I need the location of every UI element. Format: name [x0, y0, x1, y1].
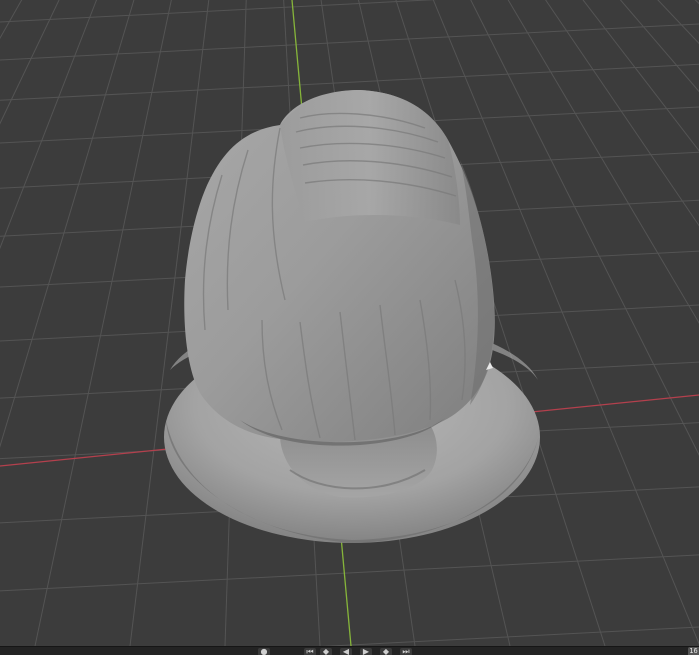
- current-frame-field[interactable]: 16: [688, 647, 699, 655]
- record-icon[interactable]: ●: [258, 648, 270, 655]
- timeline-bar: ● ⏮ ◆ ◀ ▶ ◆ ⏭ 16: [0, 646, 699, 655]
- next-keyframe-icon[interactable]: ◆: [380, 648, 392, 655]
- prev-keyframe-icon[interactable]: ◆: [320, 648, 332, 655]
- 3d-viewport[interactable]: [0, 0, 699, 646]
- play-icon[interactable]: ▶: [360, 648, 372, 655]
- jump-start-icon[interactable]: ⏮: [304, 648, 316, 655]
- grid-line: [0, 0, 437, 23]
- grid-line: [0, 554, 699, 592]
- play-reverse-icon[interactable]: ◀: [340, 648, 352, 655]
- viewport-canvas[interactable]: [0, 0, 699, 646]
- sculpt-mesh[interactable]: [164, 90, 540, 543]
- grid-line: [0, 23, 699, 61]
- jump-end-icon[interactable]: ⏭: [400, 648, 412, 655]
